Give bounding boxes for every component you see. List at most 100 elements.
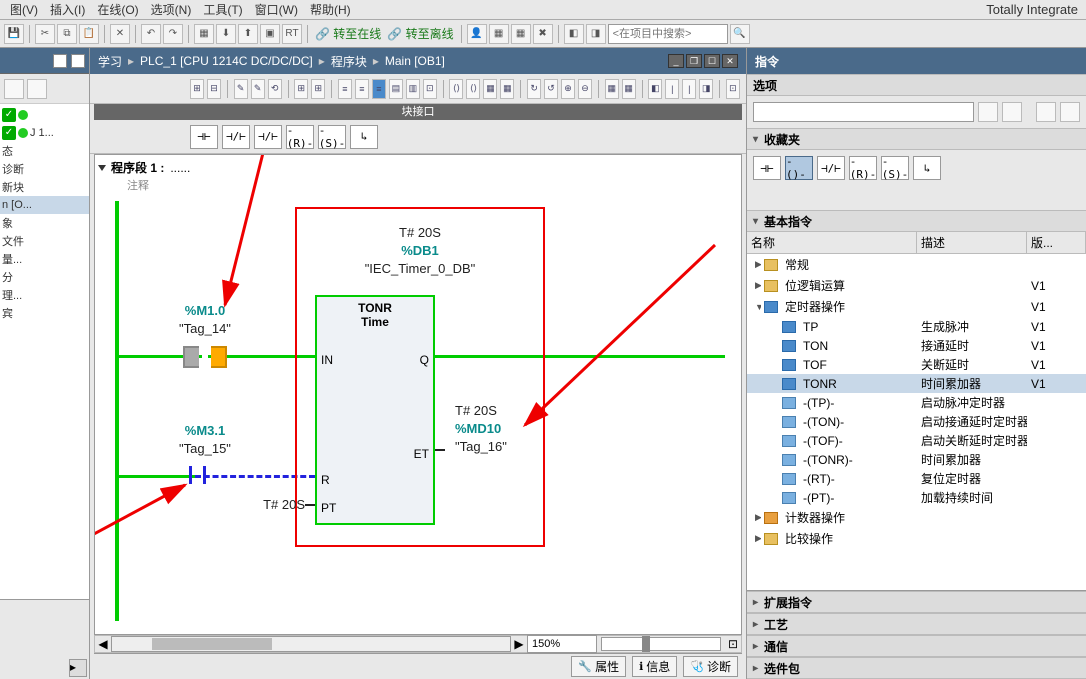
et-icon[interactable]: ↺ [544,79,558,99]
tool-undo-icon[interactable]: ↶ [141,24,161,44]
search-go-icon[interactable]: 🔍 [730,24,750,44]
instruction-tree-row[interactable]: -(TP)-启动脉冲定时器 [747,393,1086,412]
project-tree-item[interactable]: 理... [0,286,89,304]
opt-icon[interactable] [978,102,998,122]
col-desc[interactable]: 描述 [917,232,1027,253]
left-bottom-expand-icon[interactable]: ▸ [69,659,87,677]
tool-redo-icon[interactable]: ↷ [163,24,183,44]
col-ver[interactable]: 版... [1027,232,1086,253]
et-icon[interactable]: | [665,79,679,99]
tab-diagnostics[interactable]: 🩺 诊断 [683,656,738,677]
et-icon[interactable]: ▦ [500,79,514,99]
et-icon[interactable]: ▤ [389,79,403,99]
et-icon[interactable]: ▥ [406,79,420,99]
bc-project[interactable]: 学习 [98,53,122,70]
et-icon[interactable]: ⊡ [423,79,437,99]
zoom-slider[interactable] [601,637,721,651]
et-icon[interactable]: ⊕ [561,79,575,99]
opt-icon[interactable] [1036,102,1056,122]
project-tree-item[interactable]: 分 [0,268,89,286]
favorite-button[interactable]: ⊣⊢ [753,156,781,180]
et-icon[interactable]: ▦ [605,79,619,99]
project-tree-item[interactable]: 态 [0,142,89,160]
et-icon[interactable]: ⊟ [207,79,221,99]
scroll-right-icon[interactable]: ▶ [511,637,527,651]
et-icon[interactable]: ≡ [338,79,352,99]
instruction-tree-row[interactable]: ▶比较操作 [747,528,1086,549]
ladder-element-button[interactable]: ⊣/⊢ [222,125,250,149]
tool-x-icon[interactable]: ✖ [533,24,553,44]
left-tb-icon[interactable] [27,79,47,99]
menu-online[interactable]: 在线(O) [91,0,144,20]
instruction-tree-row[interactable]: ▶位逻辑运算V1 [747,275,1086,296]
menu-window[interactable]: 窗口(W) [249,0,304,20]
section-technology[interactable]: ▸工艺 [747,613,1086,635]
tool-compile-icon[interactable]: ▦ [194,24,214,44]
instruction-tree-row[interactable]: -(PT)-加载持续时间 [747,488,1086,507]
bc-blocks[interactable]: 程序块 [331,53,367,70]
menu-tools[interactable]: 工具(T) [197,0,248,20]
project-tree-item[interactable]: ✓J 1... [0,124,89,142]
instruction-tree-row[interactable]: ▼定时器操作V1 [747,296,1086,317]
et-icon[interactable]: ⊞ [311,79,325,99]
tool-sim-icon[interactable]: ▣ [260,24,280,44]
et-icon[interactable]: ⊞ [294,79,308,99]
project-tree-item[interactable]: 象 [0,214,89,232]
favorite-button[interactable]: ⊣/⊢ [817,156,845,180]
et-icon[interactable]: ↻ [527,79,541,99]
project-tree-item[interactable]: ✓ [0,106,89,124]
et-icon[interactable]: ⟨⟩ [449,79,463,99]
menu-insert[interactable]: 插入(I) [44,0,91,20]
project-tree-item[interactable]: 诊断 [0,160,89,178]
section-extended[interactable]: ▸扩展指令 [747,591,1086,613]
instruction-tree-row[interactable]: -(TON)-启动接通延时定时器 [747,412,1086,431]
project-tree-item[interactable]: 宾 [0,304,89,322]
tab-properties[interactable]: 🔧 属性 [571,656,626,677]
opt-icon[interactable] [1002,102,1022,122]
bc-plc[interactable]: PLC_1 [CPU 1214C DC/DC/DC] [140,54,313,68]
section-optional[interactable]: ▸选件包 [747,657,1086,679]
opt-icon[interactable] [1060,102,1080,122]
et-icon[interactable]: ⟲ [268,79,282,99]
tab-info[interactable]: ℹ 信息 [632,656,677,677]
et-icon[interactable]: ⊖ [578,79,592,99]
go-offline-link[interactable]: 🔗 转至离线 [385,25,455,42]
instruction-tree-row[interactable]: TONR时间累加器V1 [747,374,1086,393]
tool-copy-icon[interactable]: ⧉ [57,24,77,44]
close-icon[interactable]: ✕ [722,54,738,68]
go-online-link[interactable]: 🔗 转至在线 [313,25,383,42]
project-tree[interactable]: ✓✓J 1...态诊断新块n [O...象文件量...分理...宾 [0,104,89,324]
et-icon[interactable]: ▦ [622,79,636,99]
minimize-icon[interactable]: _ [668,54,684,68]
favorite-button[interactable]: ↳ [913,156,941,180]
et-icon[interactable]: ▦ [483,79,497,99]
instruction-tree-row[interactable]: TP生成脉冲V1 [747,317,1086,336]
section-favorites[interactable]: ▾收藏夹 [747,128,1086,150]
scroll-left-icon[interactable]: ◀ [95,637,111,651]
fit-icon[interactable]: ⊡ [725,637,741,651]
et-icon[interactable]: ≡ [372,79,386,99]
restore-icon[interactable]: ❐ [686,54,702,68]
tool-download-icon[interactable]: ⬇ [216,24,236,44]
menu-view[interactable]: 图(V) [4,0,44,20]
instruction-tree-row[interactable]: TON接通延时V1 [747,336,1086,355]
et-icon[interactable]: ◧ [648,79,662,99]
instruction-tree-row[interactable]: ▶常规 [747,254,1086,275]
instruction-tree-row[interactable]: TOF关断延时V1 [747,355,1086,374]
et-icon[interactable]: ⟨⟩ [466,79,480,99]
ladder-element-button[interactable]: ⊣⊢ [190,125,218,149]
project-tree-item[interactable]: 文件 [0,232,89,250]
instruction-tree-row[interactable]: -(RT)-复位定时器 [747,469,1086,488]
tool-a-icon[interactable]: 👤 [467,24,487,44]
ladder-element-button[interactable]: ↳ [350,125,378,149]
tool-rt-icon[interactable]: RT [282,24,302,44]
instruction-tree-row[interactable]: -(TOF)-启动关断延时定时器 [747,431,1086,450]
horizontal-scrollbar[interactable] [111,636,511,652]
bc-main[interactable]: Main [OB1] [385,54,445,68]
favorite-button[interactable]: -(S)- [881,156,909,180]
ladder-element-button[interactable]: -(S)- [318,125,346,149]
block-interface-bar[interactable]: 块接口 [94,104,742,120]
editor-canvas[interactable]: 程序段 1 : ...... 注释 %M1.0 "Tag_14" %M3.1 "… [94,154,742,635]
tool-layout1-icon[interactable]: ◧ [564,24,584,44]
et-icon[interactable]: ✎ [234,79,248,99]
